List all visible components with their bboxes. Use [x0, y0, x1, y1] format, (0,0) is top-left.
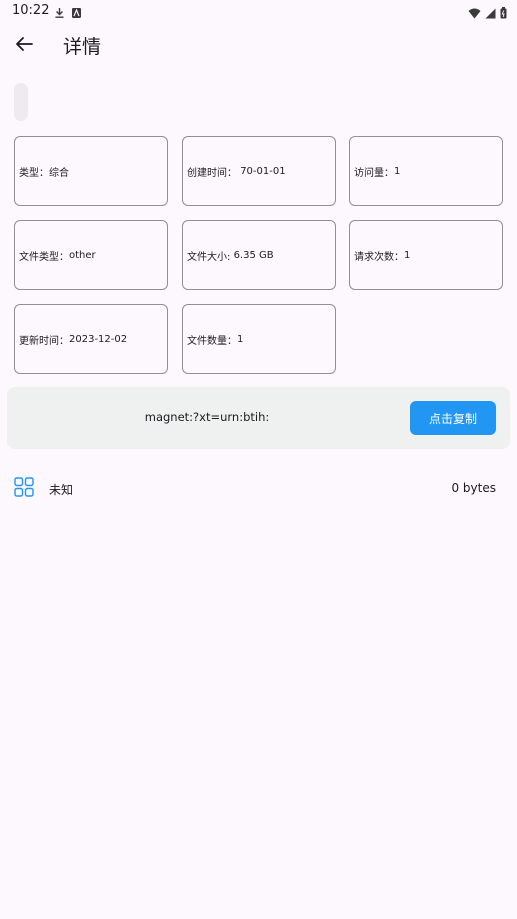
card-value: 2023-12-02 — [69, 333, 128, 345]
card-value: 综合 — [49, 167, 69, 179]
image-placeholder — [14, 83, 28, 121]
status-notifications — [54, 4, 82, 23]
magnet-link-box: magnet:?xt=urn:btih: 点击复制 — [7, 387, 510, 449]
app-bar: 详情 — [0, 24, 517, 68]
card-label: 访问量： — [354, 167, 394, 179]
arrow-left-icon — [15, 36, 33, 56]
card-value: 70-01-01 — [240, 165, 286, 177]
info-card-updated: 更新时间： 2023-12-02 — [14, 304, 168, 374]
magnet-link-text: magnet:?xt=urn:btih: — [144, 410, 270, 424]
info-card-visits: 访问量： 1 — [349, 136, 503, 206]
card-value: 1 — [237, 333, 244, 345]
app-notification-icon — [71, 4, 82, 23]
info-card-created: 创建时间： 70-01-01 — [182, 136, 336, 206]
card-value: 6.35 GB — [233, 249, 274, 261]
file-size: 0 bytes — [451, 481, 496, 495]
grid-icon — [14, 477, 34, 501]
info-card-type: 类型： 综合 — [14, 136, 168, 206]
card-value: 1 — [404, 249, 411, 261]
battery-icon — [500, 4, 507, 23]
wifi-icon — [468, 4, 481, 23]
copy-button[interactable]: 点击复制 — [410, 401, 496, 435]
cell-signal-icon — [485, 4, 496, 23]
card-label: 更新时间： — [19, 335, 69, 347]
card-label: 类型： — [19, 167, 49, 179]
status-indicators — [468, 4, 507, 23]
page-title: 详情 — [63, 36, 102, 58]
info-card-file-size: 文件大小: 6.35 GB — [182, 220, 336, 290]
info-card-requests: 请求次数： 1 — [349, 220, 503, 290]
back-button[interactable] — [10, 32, 38, 60]
download-icon — [54, 4, 65, 23]
status-bar: 10:22 — [0, 0, 517, 22]
list-item[interactable]: 未知 0 bytes — [0, 470, 517, 506]
card-label: 创建时间： — [187, 167, 241, 179]
card-label: 文件数量： — [187, 335, 237, 347]
card-value: 1 — [394, 165, 401, 177]
card-label: 请求次数： — [354, 251, 404, 263]
info-card-file-type: 文件类型： other — [14, 220, 168, 290]
card-value: other — [69, 249, 96, 261]
info-card-file-count: 文件数量： 1 — [182, 304, 336, 374]
status-time: 10:22 — [12, 3, 50, 18]
card-label: 文件类型： — [19, 251, 69, 263]
card-label: 文件大小: — [187, 251, 234, 263]
file-name: 未知 — [49, 483, 74, 497]
